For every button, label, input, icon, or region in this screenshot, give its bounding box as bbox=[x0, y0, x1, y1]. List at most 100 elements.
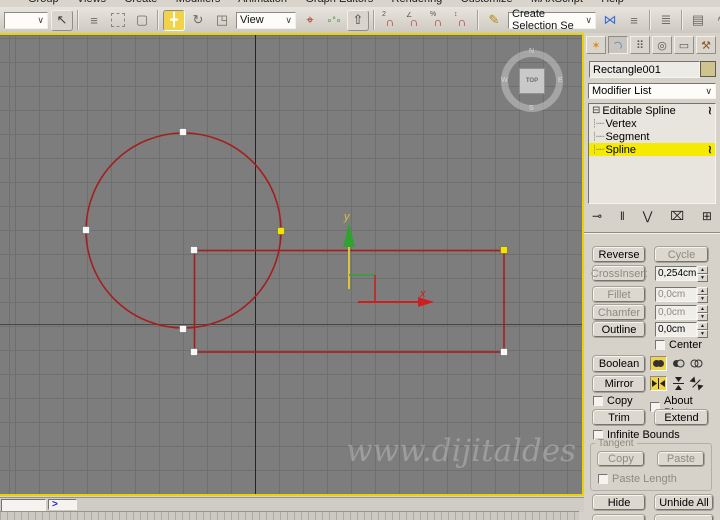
angle-snap-toggle-button[interactable]: ∠ ∩ bbox=[403, 10, 425, 31]
tab-motion[interactable]: ◎ bbox=[652, 36, 672, 54]
render-setup-button[interactable]: ▤ bbox=[687, 10, 709, 31]
boolean-button[interactable]: Boolean bbox=[592, 355, 646, 373]
fillet-value[interactable]: 0,0cm bbox=[655, 287, 697, 302]
checkbox-icon[interactable] bbox=[598, 474, 608, 484]
vertex-handle[interactable] bbox=[190, 246, 198, 254]
stack-row-editable-spline[interactable]: ⊟ Editable Spline ≀ bbox=[589, 104, 715, 118]
tangent-paste-button[interactable]: Paste bbox=[657, 451, 705, 467]
center-checkbox[interactable]: Center bbox=[655, 339, 702, 351]
hide-button[interactable]: Hide bbox=[592, 494, 646, 511]
viewcube[interactable]: N E S W TOP bbox=[501, 48, 563, 112]
compass-east[interactable]: E bbox=[558, 77, 563, 84]
select-and-move-button[interactable]: ╋ bbox=[163, 9, 185, 31]
cycle-button[interactable]: Cycle bbox=[654, 246, 709, 263]
mirror-horizontal-icon[interactable] bbox=[650, 376, 667, 391]
pin-stack-icon[interactable]: ⊸ bbox=[592, 209, 602, 223]
top-viewport[interactable]: y x N E S W TOP www.dijitaldes bbox=[0, 33, 584, 496]
percent-snap-toggle-button[interactable]: % ∩ bbox=[427, 10, 449, 31]
menu-bar[interactable]: Group Views Create Modifiers Animation G… bbox=[0, 0, 720, 7]
outline-value[interactable]: 0,0cm bbox=[655, 322, 697, 337]
trim-button[interactable]: Trim bbox=[592, 409, 646, 426]
fillet-button[interactable]: Fillet bbox=[592, 286, 646, 303]
move-icon: ╋ bbox=[170, 12, 178, 27]
spinner-snap-toggle-button[interactable]: ↕ ∩ bbox=[451, 10, 473, 31]
viewcube-top-face[interactable]: TOP bbox=[519, 68, 545, 94]
select-and-rotate-button[interactable]: ↻ bbox=[187, 10, 209, 31]
layer-manager-button[interactable]: ≣ bbox=[655, 10, 677, 31]
snaps-toggle-2d-button[interactable]: 2 ∩ bbox=[379, 10, 401, 31]
curve-editor-button[interactable]: ∿ bbox=[711, 10, 720, 31]
edit-named-selection-sets-button[interactable]: ✎ bbox=[483, 10, 505, 31]
use-pivot-point-center-button[interactable]: ⌖ bbox=[299, 10, 321, 31]
copy-checkbox[interactable]: Copy bbox=[593, 395, 633, 407]
boolean-subtract-icon[interactable] bbox=[670, 356, 687, 371]
outline-button[interactable]: Outline bbox=[592, 321, 646, 338]
mirror-vertical-icon[interactable] bbox=[670, 376, 687, 391]
named-selection-sets-combo[interactable]: Create Selection Se ∨ bbox=[508, 8, 596, 32]
vertex-handle[interactable] bbox=[179, 325, 187, 333]
vertex-handle[interactable] bbox=[179, 128, 187, 136]
align-button[interactable]: ≡ bbox=[623, 10, 645, 31]
fillet-spinner[interactable]: ▲ ▼ bbox=[697, 287, 708, 303]
window-crossing-toggle[interactable]: ▢ bbox=[131, 10, 153, 31]
stack-row-spline-selected[interactable]: Spline ≀ bbox=[589, 143, 715, 156]
first-vertex-handle[interactable] bbox=[277, 227, 285, 235]
stack-row-segment[interactable]: Segment bbox=[589, 130, 715, 143]
tab-modify[interactable]: ◠ bbox=[608, 36, 628, 54]
compass-north[interactable]: N bbox=[529, 48, 534, 55]
cross-insert-spinner[interactable]: ▲ ▼ bbox=[697, 266, 708, 282]
chamfer-value[interactable]: 0,0cm bbox=[655, 305, 697, 320]
chamfer-spinner[interactable]: ▲ ▼ bbox=[697, 305, 708, 321]
compass-west[interactable]: W bbox=[501, 77, 508, 84]
boolean-intersect-icon[interactable] bbox=[688, 356, 705, 371]
vertex-handle[interactable] bbox=[190, 348, 198, 356]
maxscript-prompt[interactable]: > bbox=[48, 499, 77, 510]
clipped-button[interactable] bbox=[592, 514, 646, 520]
select-object-button[interactable]: ↖ bbox=[51, 9, 73, 31]
vertex-handle[interactable] bbox=[82, 226, 90, 234]
mirror-button[interactable]: ⋈ bbox=[599, 10, 621, 31]
tangent-copy-button[interactable]: Copy bbox=[597, 451, 645, 467]
show-end-result-icon[interactable]: ‖ bbox=[620, 209, 625, 223]
outline-spinner[interactable]: ▲ ▼ bbox=[697, 322, 708, 338]
remove-modifier-icon[interactable]: ⌧ bbox=[670, 209, 684, 223]
make-unique-icon[interactable]: ⋁ bbox=[643, 209, 653, 223]
chamfer-button[interactable]: Chamfer bbox=[592, 304, 646, 321]
cross-insert-value[interactable]: 0,254cm bbox=[655, 266, 697, 281]
object-color-swatch[interactable] bbox=[700, 61, 716, 77]
tab-hierarchy[interactable]: ⠿ bbox=[630, 36, 650, 54]
extend-button[interactable]: Extend bbox=[654, 409, 709, 426]
compass-south[interactable]: S bbox=[529, 105, 534, 112]
cross-insert-button[interactable]: CrossInsert bbox=[591, 265, 647, 282]
keyboard-shortcut-override-toggle[interactable]: ⇧ bbox=[347, 9, 369, 31]
vertex-handle[interactable] bbox=[500, 348, 508, 356]
tab-create[interactable]: ✶ bbox=[586, 36, 606, 54]
first-vertex-handle[interactable] bbox=[500, 246, 508, 254]
boolean-union-icon[interactable] bbox=[650, 356, 667, 371]
select-and-manipulate-button[interactable]: ∘°∘ bbox=[323, 10, 345, 31]
track-bar[interactable] bbox=[0, 511, 579, 520]
mirror-button[interactable]: Mirror bbox=[592, 375, 646, 393]
left-combo[interactable]: ∨ bbox=[4, 11, 48, 29]
checkbox-icon[interactable] bbox=[655, 340, 665, 350]
clipped-button[interactable] bbox=[654, 514, 714, 520]
configure-modifier-sets-icon[interactable]: ⊞ bbox=[702, 209, 712, 223]
unhide-all-button[interactable]: Unhide All bbox=[654, 494, 714, 511]
circle-spline[interactable] bbox=[85, 132, 282, 329]
tab-display[interactable]: ▭ bbox=[674, 36, 694, 54]
reference-coordinate-system-combo[interactable]: View ∨ bbox=[236, 11, 296, 29]
select-by-name-button[interactable]: ≡ bbox=[83, 10, 105, 31]
checkbox-icon[interactable] bbox=[593, 396, 603, 406]
object-name-field[interactable]: Rectangle001 bbox=[589, 61, 700, 78]
tab-utilities[interactable]: ⚒ bbox=[696, 36, 716, 54]
stack-row-vertex[interactable]: Vertex bbox=[589, 117, 715, 130]
select-and-scale-button[interactable]: ◳ bbox=[211, 10, 233, 31]
rectangular-selection-region-button[interactable] bbox=[107, 10, 129, 31]
menu-items[interactable]: Group Views Create Modifiers Animation G… bbox=[28, 0, 624, 5]
mirror-both-icon[interactable] bbox=[688, 376, 705, 391]
reverse-button[interactable]: Reverse bbox=[592, 246, 646, 263]
paste-length-checkbox[interactable]: Paste Length bbox=[598, 473, 677, 485]
collapse-icon[interactable]: ⊟ bbox=[592, 105, 600, 116]
modifier-list-dropdown[interactable]: Modifier List ∨ bbox=[588, 83, 716, 99]
gizmo-y-arrowhead-icon[interactable] bbox=[343, 223, 355, 247]
